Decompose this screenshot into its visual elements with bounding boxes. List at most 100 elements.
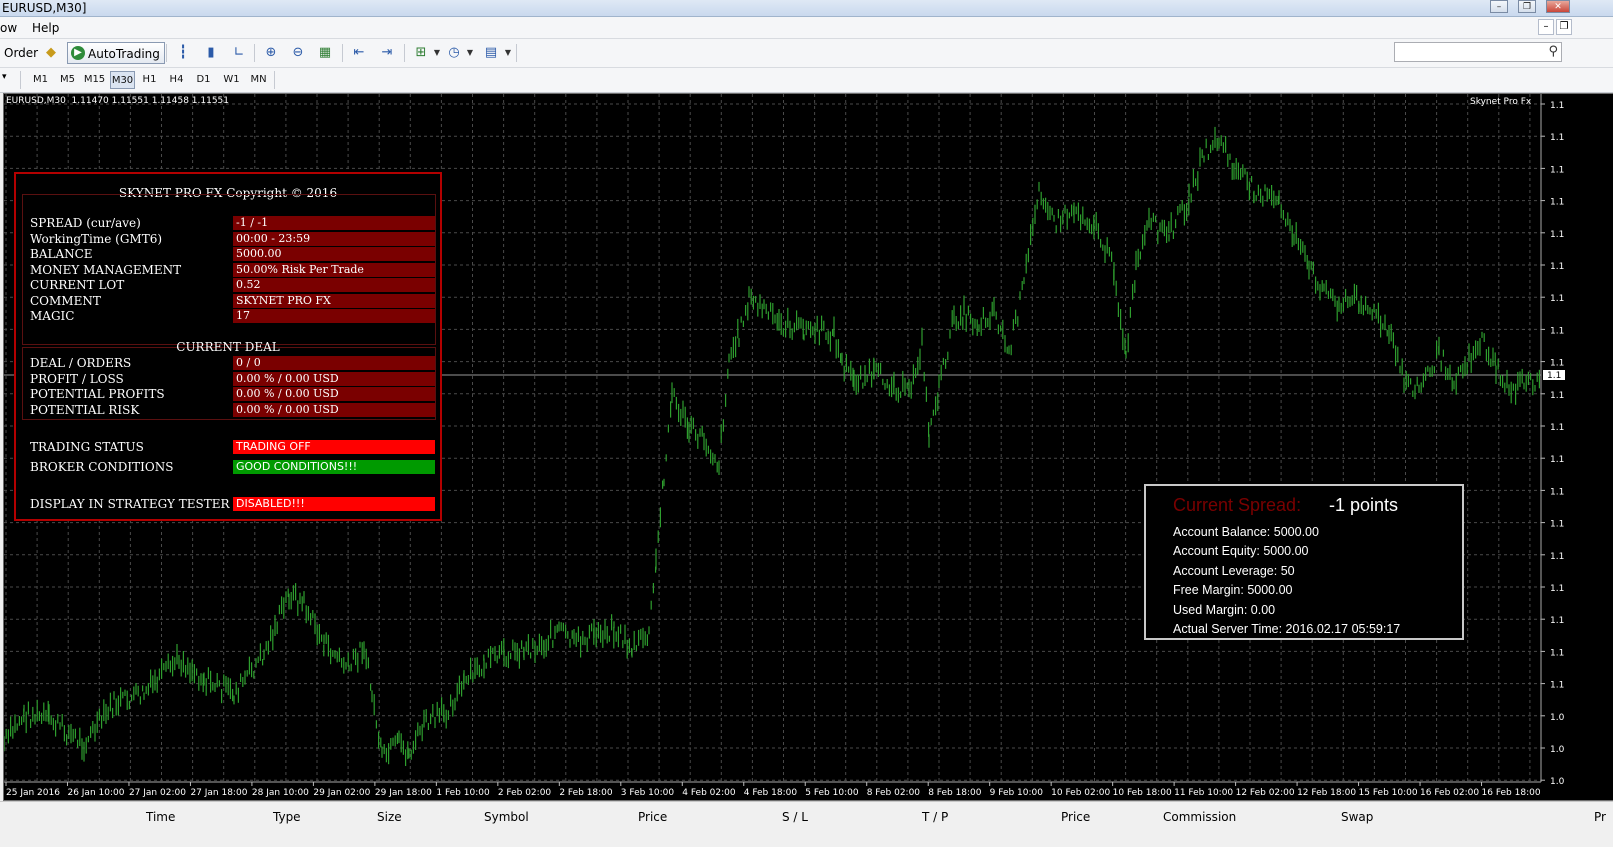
current-deal-value: 0 / 0 (233, 356, 435, 370)
candlestick-chart-icon[interactable]: ▮ (202, 44, 220, 62)
column-type[interactable]: Type (273, 810, 301, 824)
y-tick-label: 1.1 (1550, 359, 1564, 369)
panel-setting-row: BALANCE 5000.00 (30, 247, 435, 261)
timeframe-d1[interactable]: D1 (191, 71, 216, 89)
tile-windows-icon[interactable]: ▦ (316, 44, 334, 62)
timeframe-m1[interactable]: M1 (28, 71, 53, 89)
y-tick-label: 1.1 (1550, 423, 1564, 433)
chart-shift-icon[interactable]: ⇥ (378, 44, 396, 62)
x-tick-label: 10 Feb 02:00 (1051, 788, 1110, 798)
minimize-icon[interactable]: – (1490, 0, 1508, 13)
panel-setting-row: COMMENT SKYNET PRO FX (30, 293, 435, 308)
used-margin-line: Used Margin: 0.00 (1173, 603, 1276, 617)
column-price[interactable]: Price (638, 810, 667, 824)
column-size[interactable]: Size (377, 810, 402, 824)
y-tick-label: 1.1 (1550, 487, 1564, 497)
x-tick-label: 26 Jan 10:00 (67, 788, 124, 798)
x-tick-label: 1 Feb 10:00 (436, 788, 490, 798)
current-deal-row: DEAL / ORDERS 0 / 0 (30, 356, 435, 370)
strategy-tester-label: DISPLAY IN STRATEGY TESTER IS (30, 497, 247, 511)
column-time[interactable]: Time (146, 810, 175, 824)
current-deal-label: DEAL / ORDERS (30, 356, 132, 370)
autotrading-button[interactable]: ▶ AutoTrading (67, 42, 165, 64)
x-tick-label: 29 Jan 18:00 (375, 788, 432, 798)
panel-setting-value: -1 / -1 (233, 216, 435, 230)
column-close-price[interactable]: Price (1061, 810, 1090, 824)
auto-scroll-icon[interactable]: ⇤ (350, 44, 368, 62)
panel-setting-value: 5000.00 (233, 247, 435, 261)
panel-setting-label: CURRENT LOT (30, 278, 125, 292)
y-tick-label: 1.1 (1550, 455, 1564, 465)
zoom-out-icon[interactable]: ⊖ (289, 44, 307, 62)
close-icon[interactable]: ✕ (1546, 0, 1570, 13)
trading-status-label: TRADING STATUS (30, 440, 144, 454)
autotrading-status-icon: ▶ (71, 46, 85, 60)
column-tp[interactable]: T / P (922, 810, 948, 824)
current-spread-label: Current Spread: (1173, 495, 1302, 515)
menu-item-window[interactable]: ow (0, 21, 17, 35)
column-symbol[interactable]: Symbol (484, 810, 529, 824)
x-tick-label: 5 Feb 10:00 (805, 788, 859, 798)
panel-setting-label: MONEY MANAGEMENT (30, 262, 182, 277)
account-info-box: Current Spread: -1 points Account Balanc… (1144, 484, 1464, 640)
child-minimize-icon[interactable]: – (1538, 19, 1554, 35)
toolbar: Order ◆ ▶ AutoTrading ┇ ▮ ∟ ⊕ ⊖ ▦ ⇤ ⇥ ⊞ … (0, 39, 1613, 68)
x-tick-label: 4 Feb 18:00 (744, 788, 798, 798)
templates-icon[interactable]: ▤ (482, 44, 500, 62)
timeframe-m15[interactable]: M15 (82, 71, 107, 89)
column-swap[interactable]: Swap (1341, 810, 1373, 824)
account-equity-line: Account Equity: 5000.00 (1173, 544, 1309, 558)
current-deal-label: POTENTIAL PROFITS (30, 387, 165, 401)
toolbar-separator (516, 44, 517, 62)
panel-setting-row: CURRENT LOT 0.52 (30, 278, 435, 292)
toolbar-separator (20, 71, 21, 89)
timeframe-h4[interactable]: H4 (164, 71, 189, 89)
x-tick-label: 2 Feb 02:00 (498, 788, 552, 798)
new-order-button[interactable]: Order (4, 42, 38, 64)
restore-icon[interactable]: ❐ (1518, 0, 1536, 13)
timeframe-m5[interactable]: M5 (55, 71, 80, 89)
account-balance-line: Account Balance: 5000.00 (1173, 525, 1319, 539)
zoom-in-icon[interactable]: ⊕ (262, 44, 280, 62)
expert-advisor-icon[interactable]: ◆ (42, 44, 60, 62)
column-sl[interactable]: S / L (782, 810, 808, 824)
y-tick-label: 1.1 (1550, 552, 1564, 562)
chart-symbol-info: EURUSD,M30 1.11470 1.11551 1.11458 1.115… (6, 96, 230, 106)
timeframe-m30[interactable]: M30 (110, 71, 135, 89)
trading-status-row: TRADING STATUS TRADING OFF (30, 440, 435, 454)
chevron-down-icon[interactable]: ▼ (499, 44, 517, 62)
search-input[interactable]: ⚲ (1394, 42, 1562, 62)
y-tick-label: 1.1 (1550, 326, 1564, 336)
chevron-down-icon[interactable]: ▾ (2, 72, 7, 82)
timeframe-mn[interactable]: MN (246, 71, 271, 89)
line-chart-icon[interactable]: ∟ (230, 44, 248, 62)
column-commission[interactable]: Commission (1163, 810, 1236, 824)
child-restore-icon[interactable]: ❐ (1556, 19, 1572, 35)
y-tick-label: 1.1 (1550, 133, 1564, 143)
x-tick-label: 27 Jan 18:00 (190, 788, 247, 798)
panel-setting-value: 00:00 - 23:59 (233, 231, 435, 246)
chevron-down-icon[interactable]: ▼ (461, 44, 479, 62)
autotrading-label: AutoTrading (88, 47, 160, 61)
panel-setting-label: WorkingTime (GMT6) (30, 231, 163, 246)
column-profit[interactable]: Pr (1594, 810, 1606, 824)
current-deal-label: POTENTIAL RISK (30, 402, 140, 417)
panel-setting-row: MAGIC 17 (30, 309, 435, 323)
panel-setting-label: SPREAD (cur/ave) (30, 216, 141, 230)
bar-chart-icon[interactable]: ┇ (174, 44, 192, 62)
timeframe-h1[interactable]: H1 (137, 71, 162, 89)
current-deal-row: POTENTIAL PROFITS 0.00 % / 0.00 USD (30, 387, 435, 401)
current-deal-value: 0.00 % / 0.00 USD (233, 402, 435, 417)
y-tick-label: 1.0 (1550, 777, 1565, 787)
panel-setting-row: WorkingTime (GMT6) 00:00 - 23:59 (30, 231, 435, 246)
chevron-down-icon[interactable]: ▼ (428, 44, 446, 62)
x-tick-label: 16 Feb 18:00 (1482, 788, 1541, 798)
timeframe-w1[interactable]: W1 (219, 71, 244, 89)
terminal-column-header: Time Type Size Symbol Price S / L T / P … (0, 801, 1613, 847)
x-tick-label: 12 Feb 02:00 (1236, 788, 1295, 798)
menu-item-help[interactable]: Help (32, 21, 59, 35)
menu-bar: ow Help – ❐ (0, 17, 1613, 39)
panel-setting-value: 50.00% Risk Per Trade (233, 262, 435, 277)
y-tick-label: 1.1 (1550, 391, 1564, 401)
x-tick-label: 4 Feb 02:00 (682, 788, 736, 798)
